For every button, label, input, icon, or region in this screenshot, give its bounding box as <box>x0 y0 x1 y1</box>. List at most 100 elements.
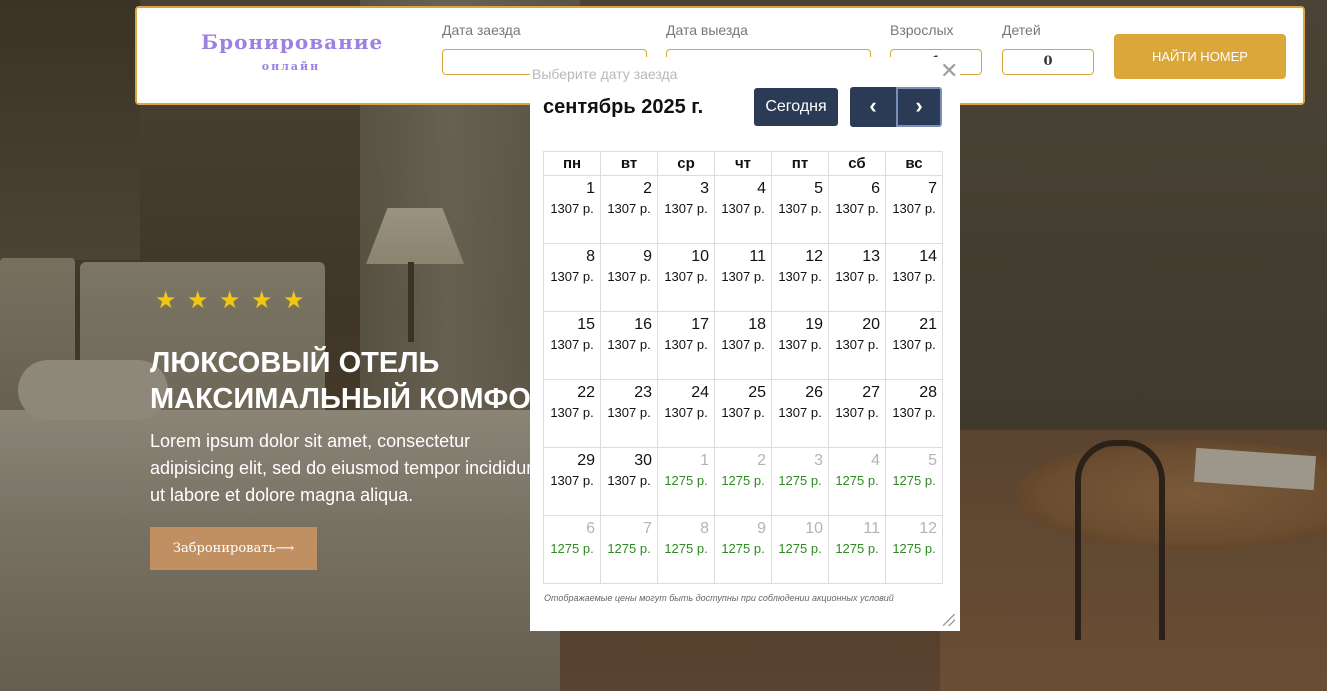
day-number: 15 <box>577 316 595 333</box>
calendar-day-cell[interactable]: 10 1275 р. <box>771 515 829 584</box>
calendar-day-cell[interactable]: 16 1307 р. <box>600 311 658 380</box>
prev-month-button[interactable]: ‹ <box>850 87 896 127</box>
calendar-day-cell[interactable]: 9 1275 р. <box>714 515 772 584</box>
calendar-day-cell[interactable]: 6 1275 р. <box>543 515 601 584</box>
day-number: 23 <box>634 384 652 401</box>
find-room-button[interactable]: НАЙТИ НОМЕР <box>1114 34 1286 79</box>
day-number: 21 <box>919 316 937 333</box>
weekday-header: вс <box>885 151 943 176</box>
checkin-label: Дата заезда <box>442 22 521 38</box>
calendar-day-cell[interactable]: 6 1307 р. <box>828 175 886 244</box>
calendar-day-cell[interactable]: 25 1307 р. <box>714 379 772 448</box>
calendar-day-cell[interactable]: 7 1307 р. <box>885 175 943 244</box>
weekday-header: ср <box>657 151 715 176</box>
calendar-day-cell[interactable]: 11 1307 р. <box>714 243 772 312</box>
calendar-day-cell[interactable]: 8 1307 р. <box>543 243 601 312</box>
day-price: 1275 р. <box>664 541 708 556</box>
calendar-day-cell[interactable]: 1 1307 р. <box>543 175 601 244</box>
calendar-day-cell[interactable]: 2 1275 р. <box>714 447 772 516</box>
day-price: 1275 р. <box>835 541 879 556</box>
checkout-label: Дата выезда <box>666 22 748 38</box>
calendar-day-cell[interactable]: 18 1307 р. <box>714 311 772 380</box>
calendar-day-cell[interactable]: 3 1307 р. <box>657 175 715 244</box>
calendar-day-cell[interactable]: 9 1307 р. <box>600 243 658 312</box>
day-number: 12 <box>805 248 823 265</box>
calendar-day-cell[interactable]: 8 1275 р. <box>657 515 715 584</box>
hero-text-line3: ut labore et dolore magna aliqua. <box>150 485 414 505</box>
day-price: 1307 р. <box>550 337 594 352</box>
calendar-day-cell[interactable]: 14 1307 р. <box>885 243 943 312</box>
day-price: 1307 р. <box>835 405 879 420</box>
calendar-day-cell[interactable]: 27 1307 р. <box>828 379 886 448</box>
calendar-day-cell[interactable]: 22 1307 р. <box>543 379 601 448</box>
calendar-day-cell[interactable]: 20 1307 р. <box>828 311 886 380</box>
day-price: 1307 р. <box>664 405 708 420</box>
day-price: 1307 р. <box>607 201 651 216</box>
calendar-day-cell[interactable]: 12 1307 р. <box>771 243 829 312</box>
calendar-day-cell[interactable]: 19 1307 р. <box>771 311 829 380</box>
day-price: 1307 р. <box>892 201 936 216</box>
day-number: 11 <box>863 520 880 537</box>
day-price: 1307 р. <box>664 201 708 216</box>
day-price: 1275 р. <box>664 473 708 488</box>
calendar-day-cell[interactable]: 2 1307 р. <box>600 175 658 244</box>
calendar-day-cell[interactable]: 26 1307 р. <box>771 379 829 448</box>
hero-description: Lorem ipsum dolor sit amet, consectetur … <box>150 428 530 509</box>
star-icon: ★ <box>155 287 177 314</box>
day-price: 1275 р. <box>835 473 879 488</box>
day-number: 1 <box>586 180 595 197</box>
calendar-day-cell[interactable]: 24 1307 р. <box>657 379 715 448</box>
day-price: 1275 р. <box>892 541 936 556</box>
day-number: 5 <box>814 180 823 197</box>
day-number: 18 <box>748 316 766 333</box>
day-price: 1307 р. <box>778 201 822 216</box>
day-price: 1307 р. <box>778 405 822 420</box>
day-number: 2 <box>757 452 766 469</box>
calendar-day-cell[interactable]: 7 1275 р. <box>600 515 658 584</box>
day-number: 10 <box>691 248 709 265</box>
day-number: 3 <box>814 452 823 469</box>
calendar-day-cell[interactable]: 12 1275 р. <box>885 515 943 584</box>
calendar-day-cell[interactable]: 13 1307 р. <box>828 243 886 312</box>
star-icon: ★ <box>219 287 241 314</box>
calendar-day-cell[interactable]: 11 1275 р. <box>828 515 886 584</box>
calendar-day-cell[interactable]: 21 1307 р. <box>885 311 943 380</box>
calendar-week-row: 8 1307 р. 9 1307 р. 10 1307 р. 11 1307 р. 12 1307… <box>543 243 943 312</box>
price-disclaimer: Отображаемые цены могут быть доступны пр… <box>544 593 894 603</box>
chevron-left-icon: ‹ <box>869 93 877 118</box>
date-picker-hint: Выберите дату заезда <box>532 66 678 82</box>
calendar-day-cell[interactable]: 29 1307 р. <box>543 447 601 516</box>
next-month-button[interactable]: › <box>896 87 942 127</box>
calendar-week-row: 22 1307 р. 23 1307 р. 24 1307 р. 25 1307 р. 26 13… <box>543 379 943 448</box>
calendar-day-cell[interactable]: 28 1307 р. <box>885 379 943 448</box>
calendar-day-cell[interactable]: 4 1307 р. <box>714 175 772 244</box>
calendar-day-cell[interactable]: 3 1275 р. <box>771 447 829 516</box>
close-icon[interactable]: ✕ <box>940 58 958 84</box>
calendar-day-cell[interactable]: 15 1307 р. <box>543 311 601 380</box>
day-number: 4 <box>871 452 880 469</box>
resize-handle-icon[interactable] <box>943 614 955 626</box>
calendar-day-cell[interactable]: 23 1307 р. <box>600 379 658 448</box>
weekday-header: вт <box>600 151 658 176</box>
calendar-day-cell[interactable]: 10 1307 р. <box>657 243 715 312</box>
calendar-day-cell[interactable]: 17 1307 р. <box>657 311 715 380</box>
calendar-day-cell[interactable]: 30 1307 р. <box>600 447 658 516</box>
today-button[interactable]: Сегодня <box>754 88 838 126</box>
calendar-day-cell[interactable]: 1 1275 р. <box>657 447 715 516</box>
hero-title: ЛЮКСОВЫЙ ОТЕЛЬ МАКСИМАЛЬНЫЙ КОМФОРТ <box>150 345 550 417</box>
day-price: 1307 р. <box>778 269 822 284</box>
day-number: 25 <box>748 384 766 401</box>
book-now-button[interactable]: Забронировать⟶ <box>150 527 317 570</box>
hero-text-line2: adipisicing elit, sed do eiusmod tempor … <box>150 458 530 478</box>
calendar-day-cell[interactable]: 5 1275 р. <box>885 447 943 516</box>
day-price: 1307 р. <box>835 201 879 216</box>
calendar-body: 1 1307 р. 2 1307 р. 3 1307 р. 4 1307 р. 5 1307 р.… <box>543 175 943 584</box>
calendar-day-cell[interactable]: 5 1307 р. <box>771 175 829 244</box>
calendar-week-row: 29 1307 р. 30 1307 р. 1 1275 р. 2 1275 р. 3 1275 … <box>543 447 943 516</box>
hero-title-line1: ЛЮКСОВЫЙ ОТЕЛЬ <box>150 347 440 379</box>
day-number: 4 <box>757 180 766 197</box>
day-price: 1307 р. <box>550 269 594 284</box>
calendar-day-cell[interactable]: 4 1275 р. <box>828 447 886 516</box>
day-price: 1275 р. <box>892 473 936 488</box>
children-input[interactable]: 0 <box>1002 49 1094 75</box>
